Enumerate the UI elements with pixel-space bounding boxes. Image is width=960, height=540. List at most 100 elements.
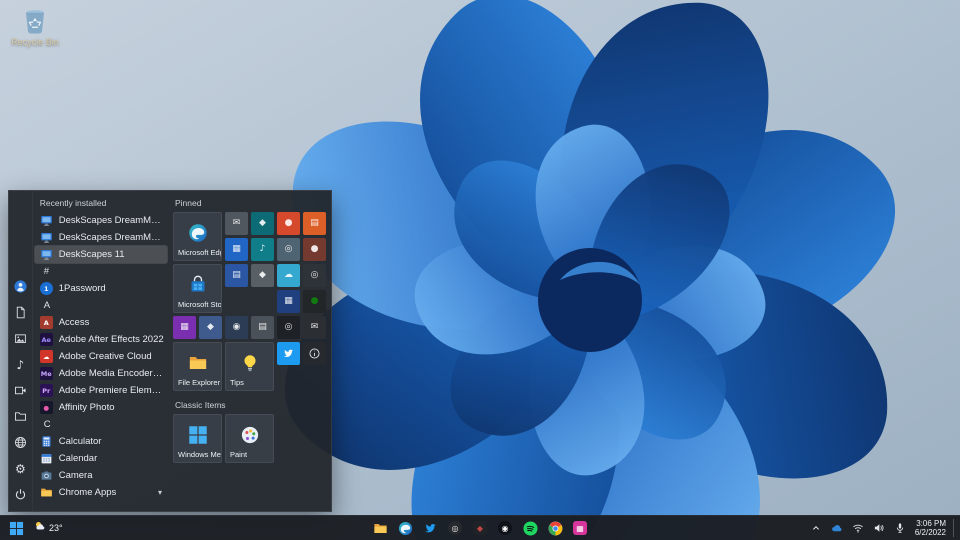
tile-tile-blue-1[interactable]: ▦	[225, 238, 248, 261]
tile-tile-dark-1[interactable]: ◎	[303, 264, 326, 287]
tray-onedrive[interactable]	[829, 520, 845, 536]
tile-tile-teal-1[interactable]: ◆	[251, 212, 274, 235]
app-calculator[interactable]: Calculator	[35, 433, 167, 450]
tile-windows-menu[interactable]: Windows Menu	[173, 414, 222, 463]
tile-mail-glyph: ✉	[233, 219, 241, 228]
tile-tile-orange[interactable]: ▤	[303, 212, 326, 235]
tile-tile-gray-2[interactable]: ▤	[251, 316, 274, 339]
tray-icons	[829, 520, 908, 536]
tile-tile-xbox[interactable]: ●	[303, 290, 326, 313]
pinned-tiles-grid: Microsoft Edge✉◆●▤▦♪◎●Microsoft Store▤◆☁…	[173, 212, 329, 391]
app-adobe-after-effects-2022[interactable]: AeAdobe After Effects 2022	[35, 331, 167, 348]
tray-volume[interactable]	[871, 520, 887, 536]
tile-microsoft-store[interactable]: Microsoft Store	[173, 264, 222, 313]
app-adobe-premiere-elements-2022[interactable]: PrAdobe Premiere Elements 2022	[35, 382, 167, 399]
tile-tile-gray-1[interactable]: ◆	[251, 264, 274, 287]
app-deskscapes-dreammaker[interactable]: DeskScapes DreamMaker	[35, 212, 167, 229]
app-section-[interactable]: #	[35, 263, 167, 280]
tile-twitter[interactable]	[277, 342, 300, 365]
tile-dark-4-glyph: ✉	[311, 323, 319, 332]
recycle-bin[interactable]: Recycle Bin	[6, 6, 64, 47]
rail-power[interactable]	[13, 487, 28, 502]
tips-icon	[240, 353, 260, 373]
tile-tile-teal-2[interactable]: ♪	[251, 238, 274, 261]
app-affinity-photo[interactable]: ●Affinity Photo	[35, 399, 167, 416]
windows-menu-icon	[188, 425, 208, 445]
start-button[interactable]	[6, 518, 26, 538]
app-section-c[interactable]: C	[35, 416, 167, 433]
rail-network[interactable]	[13, 435, 28, 450]
tile-label: Paint	[230, 450, 247, 459]
file-explorer-icon	[188, 353, 208, 373]
tile-red-glyph: ●	[285, 219, 293, 228]
tile-tile-steel[interactable]: ◆	[199, 316, 222, 339]
tile-gray-1-glyph: ◆	[259, 271, 266, 280]
microsoft-store-icon	[188, 275, 208, 295]
rail-documents[interactable]	[13, 305, 28, 320]
recycle-bin-label: Recycle Bin	[6, 37, 64, 47]
tile-tile-info[interactable]	[303, 342, 326, 365]
desktop: Recycle Bin ♪⚙ Recently installed DeskSc…	[0, 0, 960, 540]
app-adobe-media-encoder-2022[interactable]: MeAdobe Media Encoder 2022	[35, 365, 167, 382]
rail-downloads[interactable]	[13, 409, 28, 424]
tile-paint[interactable]: Paint	[225, 414, 274, 463]
app-deskscapes-dreammaker-pro[interactable]: DeskScapes DreamMaker Pro	[35, 229, 167, 246]
adobe-premiere-elements-2022-icon: Pr	[40, 384, 53, 397]
taskbar-obs-studio[interactable]: ◉	[495, 518, 515, 538]
tile-tile-mail[interactable]: ✉	[225, 212, 248, 235]
tile-microsoft-edge[interactable]: Microsoft Edge	[173, 212, 222, 261]
weather-widget[interactable]: 23°	[34, 519, 63, 537]
app-camera[interactable]: Camera	[35, 467, 167, 484]
hidden-icons-chevron[interactable]	[808, 520, 824, 536]
show-desktop-strip[interactable]	[953, 519, 957, 537]
app-section-a[interactable]: A	[35, 297, 167, 314]
tile-tile-cyan[interactable]: ☁	[277, 264, 300, 287]
tile-label: File Explorer	[178, 378, 220, 387]
taskbar-app-magenta[interactable]: ▦	[570, 518, 590, 538]
calendar-icon	[40, 452, 53, 465]
app-1password[interactable]: 11Password	[35, 280, 167, 297]
calculator-icon	[40, 435, 53, 448]
adobe-creative-cloud-icon: ☁	[40, 350, 53, 363]
taskbar-app-ring[interactable]: ◎	[445, 518, 465, 538]
tile-purple-glyph: ▦	[180, 323, 189, 332]
taskbar-microsoft-edge[interactable]	[395, 518, 415, 538]
tile-blue-1-glyph: ▦	[232, 245, 241, 254]
tile-label: Windows Menu	[178, 450, 221, 459]
tile-file-explorer[interactable]: File Explorer	[173, 342, 222, 391]
tile-tile-blue-2[interactable]: ▤	[225, 264, 248, 287]
tray-microphone[interactable]	[892, 520, 908, 536]
rail-pictures[interactable]	[13, 331, 28, 346]
tile-tile-maroon[interactable]: ●	[303, 238, 326, 261]
app-label: 1Password	[59, 283, 164, 294]
taskbar-spotify[interactable]	[520, 518, 540, 538]
app-adobe-creative-cloud[interactable]: ☁ Adobe Creative Cloud	[35, 348, 167, 365]
app-label: Adobe Media Encoder 2022	[59, 368, 164, 379]
tile-tile-dark-4[interactable]: ✉	[303, 316, 326, 339]
rail-settings[interactable]: ⚙	[13, 461, 28, 476]
rail-videos[interactable]	[13, 383, 28, 398]
start-menu: ♪⚙ Recently installed DeskScapes DreamMa…	[8, 190, 332, 512]
tile-tile-dark-2[interactable]: ◉	[225, 316, 248, 339]
app-chrome-apps[interactable]: Chrome Apps▾	[35, 484, 167, 501]
rail-music[interactable]: ♪	[13, 357, 28, 372]
taskbar-app-dark[interactable]: ◆	[470, 518, 490, 538]
app-label: Adobe Creative Cloud	[59, 351, 164, 362]
tile-tile-purple[interactable]: ▦	[173, 316, 196, 339]
tray-network[interactable]	[850, 520, 866, 536]
tile-tile-slate[interactable]: ◎	[277, 238, 300, 261]
rail-user[interactable]	[13, 279, 28, 294]
tile-tile-dark-3[interactable]: ◎	[277, 316, 300, 339]
taskbar-twitter[interactable]	[420, 518, 440, 538]
taskbar-file-explorer[interactable]	[370, 518, 390, 538]
tile-slate-glyph: ◎	[285, 245, 293, 254]
tile-tile-navy[interactable]: ▦	[277, 290, 300, 313]
app-deskscapes-11[interactable]: DeskScapes 11	[35, 246, 167, 263]
taskbar-clock[interactable]: 3:06 PM 6/2/2022	[913, 519, 948, 537]
app-access[interactable]: AAccess	[35, 314, 167, 331]
tile-tile-red[interactable]: ●	[277, 212, 300, 235]
app-calendar[interactable]: Calendar	[35, 450, 167, 467]
weather-icon	[34, 519, 46, 537]
tile-tips[interactable]: Tips	[225, 342, 274, 391]
taskbar-chrome[interactable]	[545, 518, 565, 538]
